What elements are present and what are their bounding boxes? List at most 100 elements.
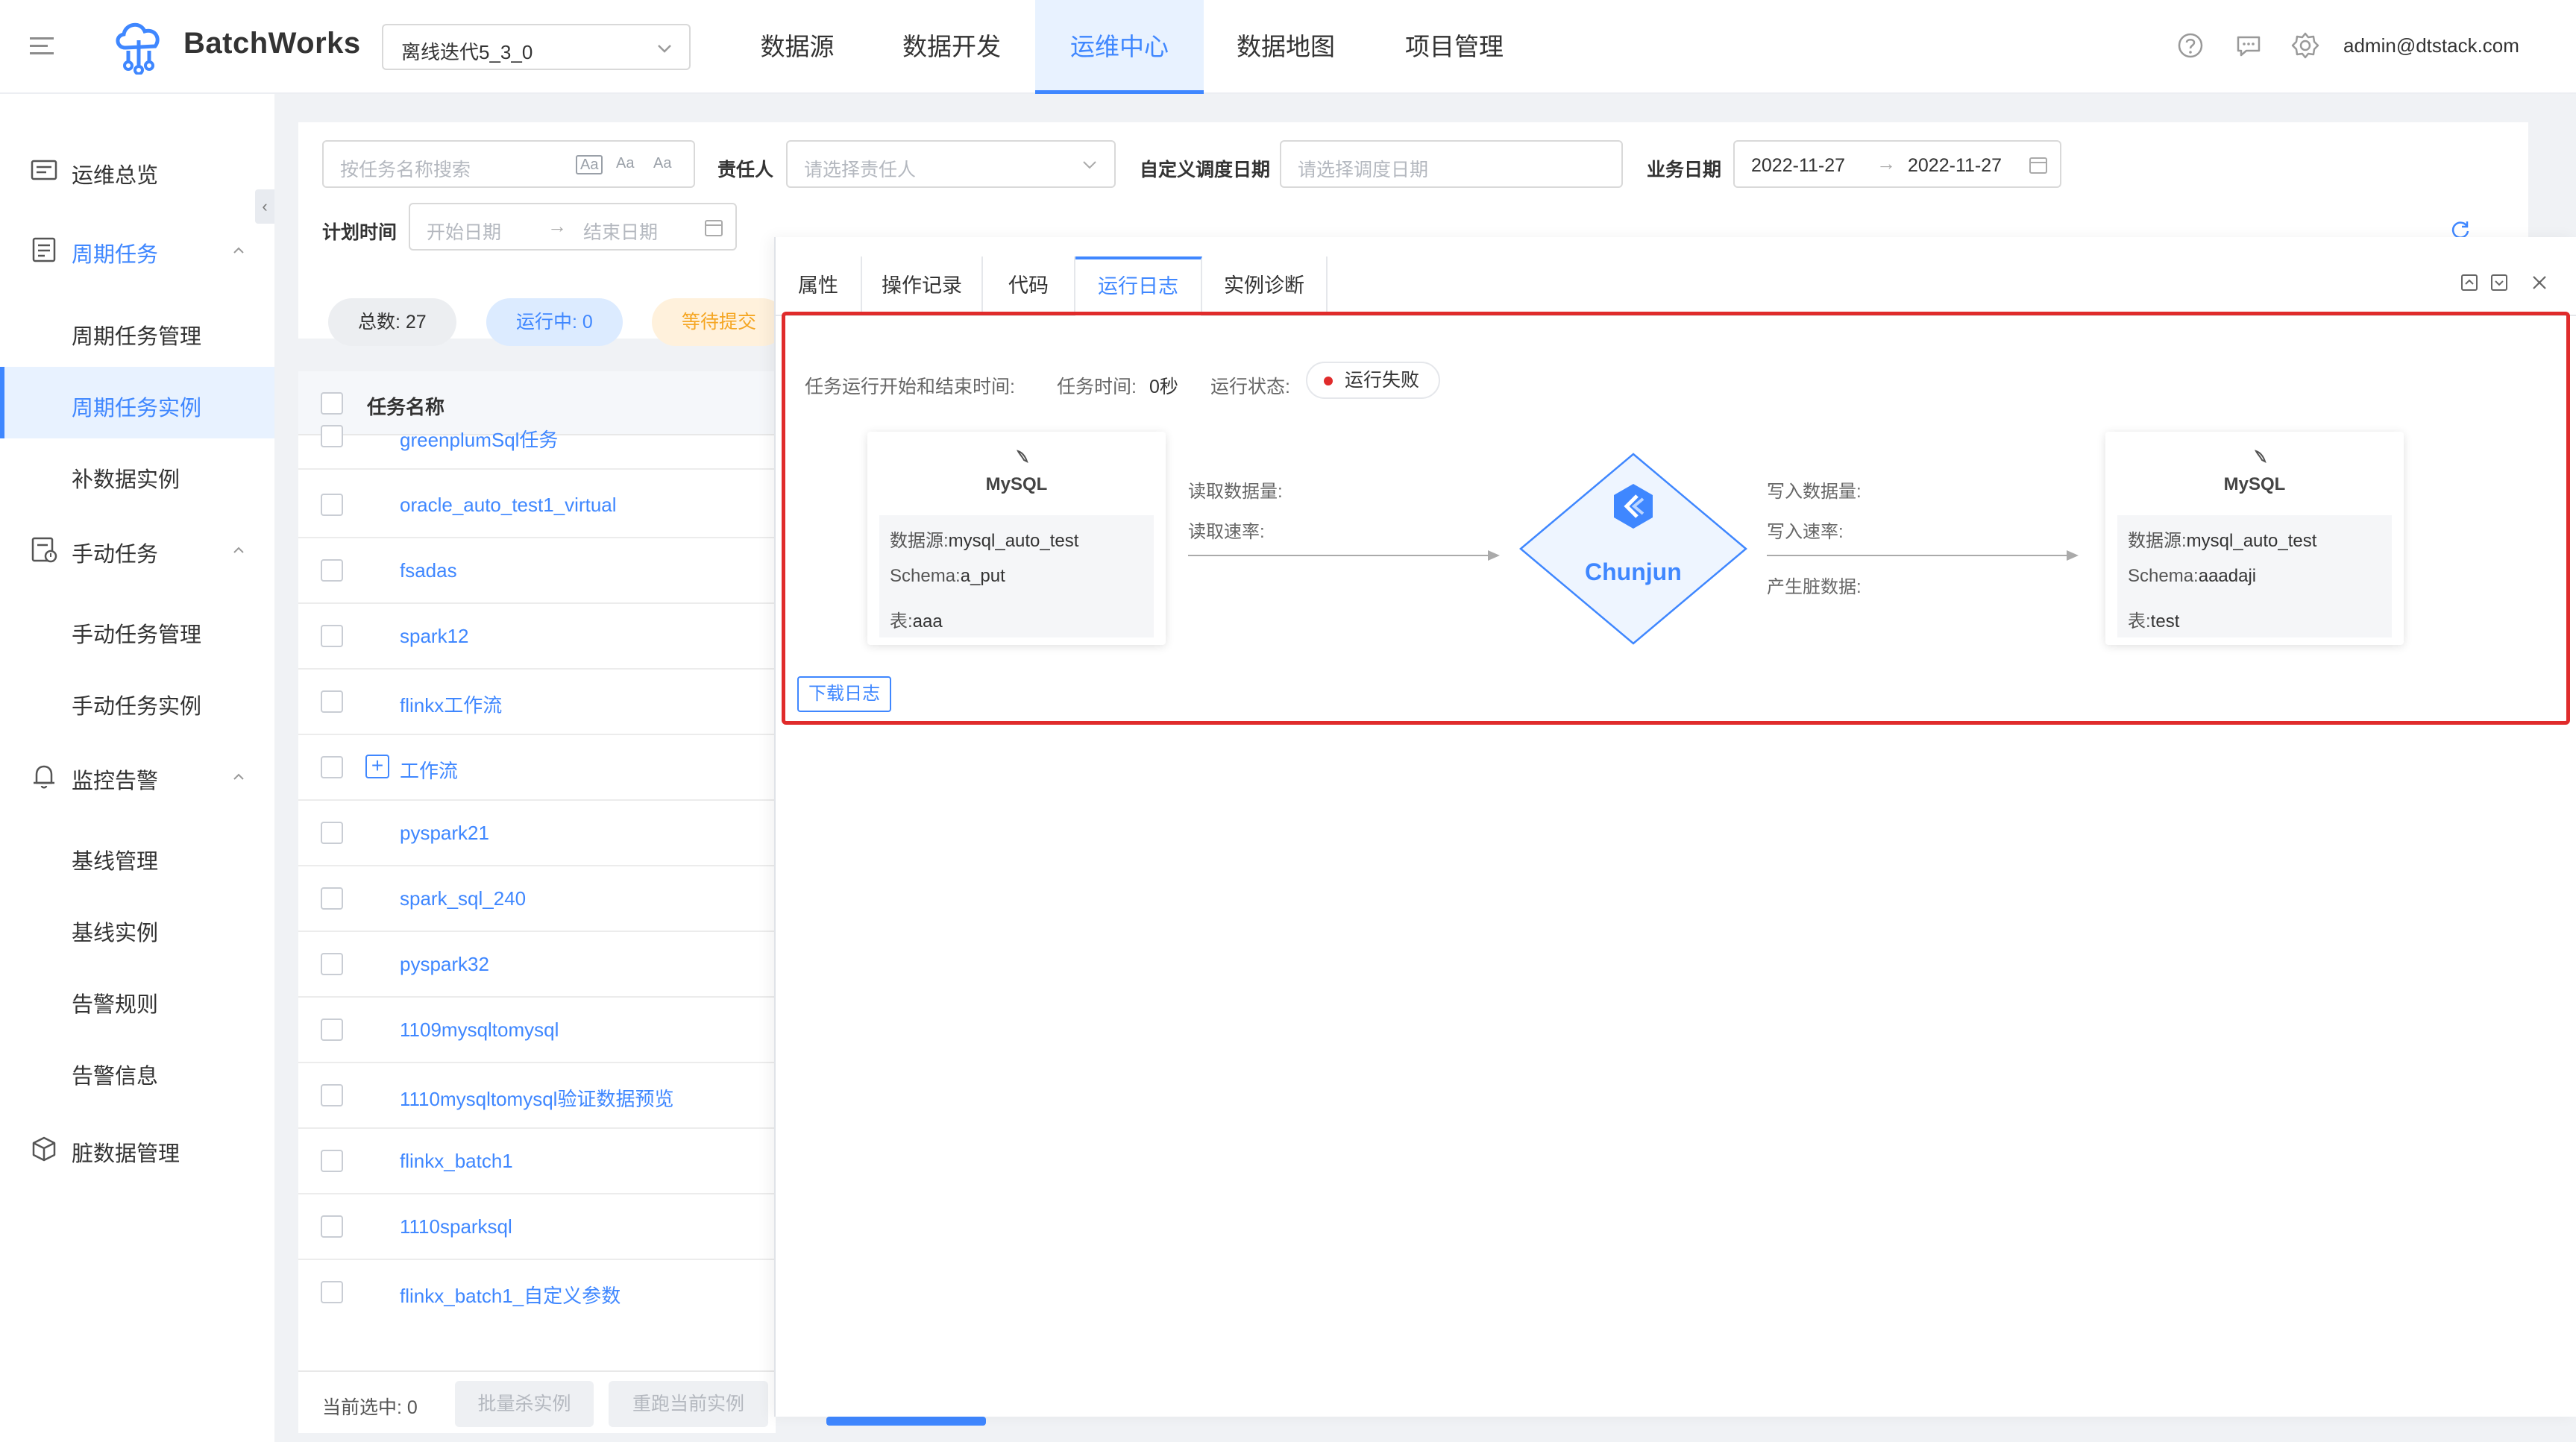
nav-project-manage[interactable]: 项目管理 bbox=[1395, 0, 1514, 94]
table-row[interactable]: 1109mysqltomysql bbox=[298, 998, 776, 1063]
read-count-label: 读取数据量: bbox=[1188, 482, 1283, 502]
whole-word-icon[interactable]: Aa bbox=[616, 155, 634, 172]
row-checkbox[interactable] bbox=[321, 1084, 343, 1106]
sidebar-item-label: 周期任务实例 bbox=[72, 397, 202, 421]
row-checkbox[interactable] bbox=[321, 1018, 343, 1041]
nav-datasource[interactable]: 数据源 bbox=[746, 0, 849, 94]
sidebar-group-monitor[interactable]: 监控告警 bbox=[0, 740, 274, 811]
row-checkbox[interactable] bbox=[321, 1281, 343, 1303]
plan-time-range[interactable]: 开始日期 → 结束日期 bbox=[409, 203, 737, 251]
nav-ops-center[interactable]: 运维中心 bbox=[1035, 0, 1204, 94]
task-name-link[interactable]: 1109mysqltomysql bbox=[400, 1018, 559, 1042]
task-name-link[interactable]: 工作流 bbox=[400, 756, 458, 784]
user-email[interactable]: admin@dtstack.com bbox=[2343, 34, 2519, 57]
minimize-down-icon[interactable] bbox=[2489, 273, 2509, 292]
table-row[interactable]: oracle_auto_test1_virtual bbox=[298, 473, 776, 538]
task-name-link[interactable]: spark_sql_240 bbox=[400, 887, 526, 910]
rerun-button[interactable]: 重跑当前实例 bbox=[609, 1381, 768, 1427]
task-name-link[interactable]: 1110sparksql bbox=[400, 1215, 512, 1238]
minimize-up-icon[interactable] bbox=[2460, 273, 2479, 292]
task-search-input[interactable]: 按任务名称搜索 Aa Aa Aa bbox=[322, 140, 695, 188]
select-all-checkbox[interactable] bbox=[321, 392, 343, 415]
task-name-link[interactable]: spark12 bbox=[400, 625, 469, 648]
row-checkbox[interactable] bbox=[321, 953, 343, 975]
table-row[interactable]: flinkx工作流 bbox=[298, 670, 776, 735]
batch-kill-button[interactable]: 批量杀实例 bbox=[455, 1381, 594, 1427]
flow-arrow-icon bbox=[1188, 550, 1500, 561]
scroll-indicator bbox=[826, 1417, 986, 1426]
sidebar-item-baseline-instance[interactable]: 基线实例 bbox=[0, 892, 274, 963]
download-log-button[interactable]: 下载日志 bbox=[797, 676, 891, 712]
table-row[interactable]: pyspark32 bbox=[298, 932, 776, 998]
status-label: 运行状态: bbox=[1210, 377, 1290, 397]
sidebar-item-manual-manage[interactable]: 手动任务管理 bbox=[0, 594, 274, 665]
sidebar-group-periodic[interactable]: 周期任务 bbox=[0, 213, 274, 285]
row-checkbox[interactable] bbox=[321, 625, 343, 647]
task-name-link[interactable]: flinkx工作流 bbox=[400, 690, 502, 718]
owner-select[interactable]: 请选择责任人 bbox=[786, 140, 1116, 188]
message-icon[interactable] bbox=[2234, 31, 2263, 60]
biz-date-range[interactable]: 2022-11-27 → 2022-11-27 bbox=[1733, 140, 2061, 188]
table-row[interactable]: pyspark21 bbox=[298, 801, 776, 866]
expand-plus-icon[interactable]: + bbox=[365, 755, 389, 778]
row-checkbox[interactable] bbox=[321, 822, 343, 844]
row-checkbox[interactable] bbox=[321, 756, 343, 778]
task-name-link[interactable]: oracle_auto_test1_virtual bbox=[400, 494, 617, 517]
chevron-down-icon bbox=[1083, 161, 1096, 169]
sidebar-item-alarm-rules[interactable]: 告警规则 bbox=[0, 963, 274, 1035]
row-checkbox[interactable] bbox=[321, 1215, 343, 1238]
table-row[interactable]: + 工作流 bbox=[298, 735, 776, 801]
sidebar-group-manual[interactable]: 手动任务 bbox=[0, 513, 274, 585]
waiting-count-badge[interactable]: 等待提交 bbox=[652, 298, 787, 346]
target-db-card: MySQL 数据源:mysql_auto_test Schema:aaadaji… bbox=[2105, 432, 2404, 645]
task-name-link[interactable]: fsadas bbox=[400, 559, 457, 582]
row-checkbox[interactable] bbox=[321, 559, 343, 582]
close-icon[interactable] bbox=[2530, 273, 2549, 292]
sidebar-item-manual-instance[interactable]: 手动任务实例 bbox=[0, 665, 274, 737]
tab-diagnosis[interactable]: 实例诊断 bbox=[1202, 256, 1328, 316]
row-checkbox[interactable] bbox=[321, 690, 343, 713]
help-icon[interactable] bbox=[2176, 31, 2205, 60]
table-row[interactable]: greenplumSql任务 bbox=[298, 425, 776, 470]
table-row[interactable]: 1110sparksql bbox=[298, 1194, 776, 1260]
row-checkbox[interactable] bbox=[321, 425, 343, 447]
task-name-link[interactable]: pyspark21 bbox=[400, 822, 489, 845]
tab-code[interactable]: 代码 bbox=[983, 256, 1075, 316]
table-row[interactable]: fsadas bbox=[298, 538, 776, 604]
table-row[interactable]: spark12 bbox=[298, 604, 776, 670]
sidebar-item-overview[interactable]: 运维总览 bbox=[0, 134, 274, 206]
table-row[interactable]: flinkx_batch1_自定义参数 bbox=[298, 1260, 776, 1326]
task-name-link[interactable]: greenplumSql任务 bbox=[400, 425, 558, 453]
case-sensitive-icon[interactable]: Aa bbox=[576, 155, 603, 174]
task-name-link[interactable]: pyspark32 bbox=[400, 953, 489, 976]
tab-run-log[interactable]: 运行日志 bbox=[1075, 256, 1202, 316]
settings-icon[interactable] bbox=[2291, 31, 2319, 60]
sidebar-item-label: 监控告警 bbox=[72, 769, 159, 793]
task-name-link[interactable]: flinkx_batch1 bbox=[400, 1150, 513, 1173]
sidebar-item-dirty-data[interactable]: 脏数据管理 bbox=[0, 1112, 274, 1184]
row-checkbox[interactable] bbox=[321, 494, 343, 516]
menu-toggle-icon[interactable] bbox=[28, 33, 55, 60]
tab-properties[interactable]: 属性 bbox=[776, 256, 862, 316]
regex-icon[interactable]: Aa bbox=[653, 155, 671, 172]
task-name-link[interactable]: flinkx_batch1_自定义参数 bbox=[400, 1281, 621, 1309]
running-count-badge[interactable]: 运行中: 0 bbox=[486, 298, 623, 346]
table-row[interactable]: spark_sql_240 bbox=[298, 866, 776, 932]
sidebar-item-alarm-info[interactable]: 告警信息 bbox=[0, 1035, 274, 1106]
sidebar-item-periodic-instance[interactable]: 周期任务实例 bbox=[0, 367, 274, 438]
custom-date-input[interactable]: 请选择调度日期 bbox=[1280, 140, 1623, 188]
nav-data-dev[interactable]: 数据开发 bbox=[892, 0, 1011, 94]
row-checkbox[interactable] bbox=[321, 1150, 343, 1172]
row-checkbox[interactable] bbox=[321, 887, 343, 910]
nav-data-map[interactable]: 数据地图 bbox=[1226, 0, 1345, 94]
table-footer: 当前选中: 0 批量杀实例 重跑当前实例 bbox=[298, 1370, 776, 1433]
tab-operation-log[interactable]: 操作记录 bbox=[862, 256, 983, 316]
task-name-link[interactable]: 1110mysqltomysql验证数据预览 bbox=[400, 1084, 673, 1112]
sidebar-item-baseline-manage[interactable]: 基线管理 bbox=[0, 820, 274, 892]
table-row[interactable]: 1110mysqltomysql验证数据预览 bbox=[298, 1063, 776, 1129]
project-select[interactable]: 离线迭代5_3_0 bbox=[382, 24, 691, 70]
total-count-badge[interactable]: 总数: 27 bbox=[328, 298, 456, 346]
sidebar-item-periodic-manage[interactable]: 周期任务管理 bbox=[0, 295, 274, 367]
sidebar-item-backfill-instance[interactable]: 补数据实例 bbox=[0, 438, 274, 510]
table-row[interactable]: flinkx_batch1 bbox=[298, 1129, 776, 1194]
